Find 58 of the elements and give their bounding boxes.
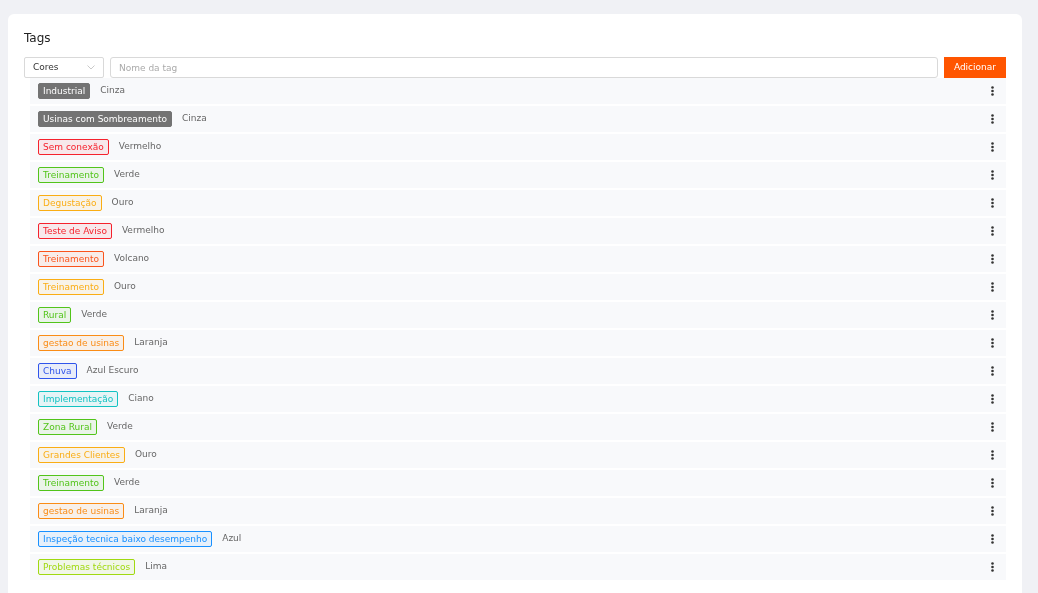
more-options-icon[interactable] bbox=[991, 254, 994, 264]
more-options-icon[interactable] bbox=[991, 366, 994, 376]
color-name: Laranja bbox=[134, 336, 168, 350]
tag-label: Grandes Clientes bbox=[38, 447, 125, 463]
color-name: Lima bbox=[145, 560, 168, 574]
tag-label: Treinamento bbox=[38, 251, 104, 267]
tag-label: Treinamento bbox=[38, 475, 104, 491]
more-options-icon[interactable] bbox=[991, 506, 994, 516]
tag-label: Industrial bbox=[38, 83, 91, 99]
more-options-icon[interactable] bbox=[991, 394, 994, 404]
color-name: Vermelho bbox=[118, 140, 162, 154]
color-name: Cinza bbox=[100, 84, 125, 98]
color-select[interactable]: Cores bbox=[24, 57, 104, 78]
color-name: Volcano bbox=[114, 252, 150, 266]
more-options-icon[interactable] bbox=[991, 114, 994, 124]
more-options-icon[interactable] bbox=[991, 86, 994, 96]
color-name: Laranja bbox=[134, 504, 168, 518]
more-options-icon[interactable] bbox=[991, 310, 994, 320]
color-name: Ouro bbox=[111, 196, 134, 210]
tag-label: Problemas técnicos bbox=[38, 559, 136, 575]
color-name: Azul Escuro bbox=[86, 364, 139, 378]
color-name: Ouro bbox=[135, 448, 157, 462]
tag-label: Rural bbox=[38, 307, 72, 323]
tag-name-field[interactable]: Nome da tag bbox=[110, 57, 938, 78]
color-name: Verde bbox=[107, 420, 133, 434]
more-options-icon[interactable] bbox=[991, 226, 994, 236]
color-name: Azul bbox=[222, 532, 242, 546]
color-name: Verde bbox=[114, 168, 140, 182]
tag-label: Inspeção tecnica baixo desempenho bbox=[38, 531, 213, 547]
more-options-icon[interactable] bbox=[991, 562, 994, 572]
more-options-icon[interactable] bbox=[991, 170, 994, 180]
more-options-icon[interactable] bbox=[991, 422, 994, 432]
tag-label: Degustação bbox=[38, 195, 102, 211]
tag-label: Usinas com Sombreamento bbox=[38, 111, 172, 127]
more-options-icon[interactable] bbox=[991, 478, 994, 488]
tag-label: Teste de Aviso bbox=[38, 223, 112, 239]
tag-label: Chuva bbox=[38, 363, 77, 379]
color-name: Ciano bbox=[128, 392, 154, 406]
color-name: Vermelho bbox=[121, 224, 165, 238]
more-options-icon[interactable] bbox=[991, 534, 994, 544]
more-options-icon[interactable] bbox=[991, 142, 994, 152]
color-name: Verde bbox=[81, 308, 108, 322]
color-name: Cinza bbox=[181, 112, 207, 126]
tag-label: Treinamento bbox=[38, 167, 104, 183]
more-options-icon[interactable] bbox=[991, 282, 994, 292]
section-title: Tags bbox=[24, 30, 52, 46]
tag-label: Zona Rural bbox=[38, 419, 98, 435]
more-options-icon[interactable] bbox=[991, 450, 994, 460]
more-options-icon[interactable] bbox=[991, 198, 994, 208]
tag-label: Implementação bbox=[38, 391, 119, 407]
more-options-icon[interactable] bbox=[991, 338, 994, 348]
tag-label: gestao de usinas bbox=[38, 503, 125, 519]
color-name: Ouro bbox=[114, 280, 136, 294]
color-name: Verde bbox=[114, 476, 140, 490]
chevron-down-icon bbox=[87, 65, 95, 70]
tag-label: Sem conexão bbox=[38, 139, 109, 155]
tag-label: Treinamento bbox=[38, 279, 104, 295]
tag-label: gestao de usinas bbox=[38, 335, 125, 351]
